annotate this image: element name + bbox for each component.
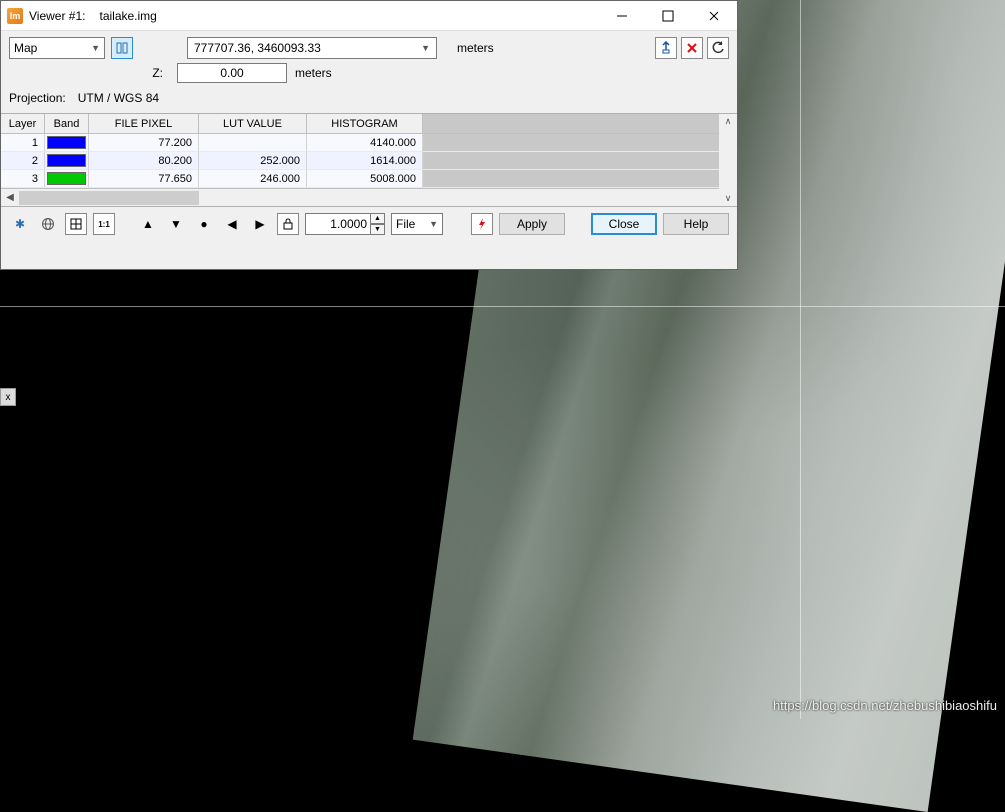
- z-label: Z:: [9, 66, 169, 80]
- col-header-file-pixel[interactable]: FILE PIXEL: [89, 114, 199, 133]
- file-menu[interactable]: File ▼: [391, 213, 443, 235]
- window-close-button[interactable]: [691, 1, 737, 31]
- down-triangle-icon[interactable]: ▼: [165, 213, 187, 235]
- side-panel-close-button[interactable]: x: [0, 388, 16, 406]
- app-icon: Im: [7, 8, 23, 24]
- crosshair-target-icon[interactable]: [65, 213, 87, 235]
- one-to-one-icon[interactable]: 1:1: [93, 213, 115, 235]
- cell-file-pixel: 77.650: [89, 170, 199, 188]
- cell-blank: [423, 170, 737, 188]
- cell-blank: [423, 134, 737, 152]
- cell-histogram: 4140.000: [307, 134, 423, 152]
- prev-triangle-icon[interactable]: ◀: [221, 213, 243, 235]
- close-button[interactable]: Close: [591, 213, 657, 235]
- pin-button[interactable]: [655, 37, 677, 59]
- cell-band: [45, 152, 89, 170]
- next-triangle-icon[interactable]: ▶: [249, 213, 271, 235]
- z-row: Z: 0.00 meters: [1, 63, 737, 89]
- chevron-down-icon: ▼: [91, 43, 100, 53]
- up-triangle-icon[interactable]: ▲: [137, 213, 159, 235]
- table-header-row: Layer Band FILE PIXEL LUT VALUE HISTOGRA…: [1, 114, 737, 134]
- z-units-label: meters: [295, 66, 332, 80]
- scroll-down-icon[interactable]: ∨: [725, 193, 732, 204]
- table-vertical-scrollbar[interactable]: ∧ ∨: [719, 114, 737, 206]
- watermark-text: https://blog.csdn.net/zhebushibiaoshifu: [773, 698, 997, 713]
- table-row[interactable]: 1 77.200 4140.000: [1, 134, 737, 152]
- apply-button[interactable]: Apply: [499, 213, 565, 235]
- col-header-blank: [423, 114, 737, 133]
- projection-label: Projection:: [9, 91, 66, 105]
- top-controls-row: Map ▼ 777707.36, 3460093.33 ▼ meters: [1, 31, 737, 63]
- lightning-icon[interactable]: [471, 213, 493, 235]
- lock-icon[interactable]: [277, 213, 299, 235]
- chevron-down-icon: ▼: [421, 43, 430, 53]
- table-body: 1 77.200 4140.000 2 80.200252.0001614.000 3 77…: [1, 134, 737, 188]
- cell-histogram: 5008.000: [307, 170, 423, 188]
- cell-layer: 1: [1, 134, 45, 152]
- window-title: Viewer #1:: [29, 9, 85, 23]
- cell-blank: [423, 152, 737, 170]
- window-titlebar[interactable]: Im Viewer #1: tailake.img: [1, 1, 737, 31]
- cell-file-pixel: 77.200: [89, 134, 199, 152]
- snowflake-icon[interactable]: ✱: [9, 213, 31, 235]
- zoom-input[interactable]: 1.0000: [305, 213, 371, 235]
- table-row[interactable]: 2 80.200252.0001614.000: [1, 152, 737, 170]
- cell-lut-value: 252.000: [199, 152, 307, 170]
- crosshair-horizontal: [0, 306, 1005, 307]
- coordinate-value: 777707.36, 3460093.33: [194, 41, 321, 55]
- col-header-histogram[interactable]: HISTOGRAM: [307, 114, 423, 133]
- cell-file-pixel: 80.200: [89, 152, 199, 170]
- refresh-button[interactable]: [707, 37, 729, 59]
- crosshair-vertical: [800, 0, 801, 719]
- cell-lut-value: [199, 134, 307, 152]
- zoom-spinner[interactable]: ▲▼: [370, 213, 385, 235]
- file-menu-label: File: [396, 217, 415, 231]
- chevron-down-icon: ▼: [429, 219, 438, 229]
- map-select[interactable]: Map ▼: [9, 37, 105, 59]
- help-button[interactable]: Help: [663, 213, 729, 235]
- delete-button[interactable]: [681, 37, 703, 59]
- projection-value: UTM / WGS 84: [78, 91, 159, 105]
- col-header-layer[interactable]: Layer: [1, 114, 45, 133]
- cell-lut-value: 246.000: [199, 170, 307, 188]
- col-header-band[interactable]: Band: [45, 114, 89, 133]
- cell-band: [45, 134, 89, 152]
- table-horizontal-scrollbar[interactable]: ◀ ▶: [1, 188, 737, 206]
- record-circle-icon[interactable]: ●: [193, 213, 215, 235]
- cell-histogram: 1614.000: [307, 152, 423, 170]
- pixel-viewer-window: Im Viewer #1: tailake.img Map ▼ 777707.3…: [0, 0, 738, 270]
- scroll-left-icon[interactable]: ◀: [1, 192, 19, 203]
- scroll-up-icon[interactable]: ∧: [725, 116, 732, 127]
- columns-toggle-button[interactable]: [111, 37, 133, 59]
- map-select-label: Map: [14, 41, 37, 55]
- col-header-lut-value[interactable]: LUT VALUE: [199, 114, 307, 133]
- projection-row: Projection: UTM / WGS 84: [1, 89, 737, 113]
- cell-band: [45, 170, 89, 188]
- pixel-table: Layer Band FILE PIXEL LUT VALUE HISTOGRA…: [1, 113, 737, 207]
- minimize-button[interactable]: [599, 1, 645, 31]
- coordinate-input[interactable]: 777707.36, 3460093.33 ▼: [187, 37, 437, 59]
- maximize-button[interactable]: [645, 1, 691, 31]
- cell-layer: 2: [1, 152, 45, 170]
- z-input[interactable]: 0.00: [177, 63, 287, 83]
- xy-units-label: meters: [443, 41, 494, 55]
- globe-icon[interactable]: [37, 213, 59, 235]
- bottom-toolbar: ✱ 1:1 ▲ ▼ ● ◀ ▶ 1.0000 ▲▼ File ▼ Apply C…: [1, 207, 737, 241]
- scroll-thumb[interactable]: [19, 191, 199, 205]
- table-row[interactable]: 3 77.650246.0005008.000: [1, 170, 737, 188]
- cell-layer: 3: [1, 170, 45, 188]
- window-filename: tailake.img: [99, 9, 156, 23]
